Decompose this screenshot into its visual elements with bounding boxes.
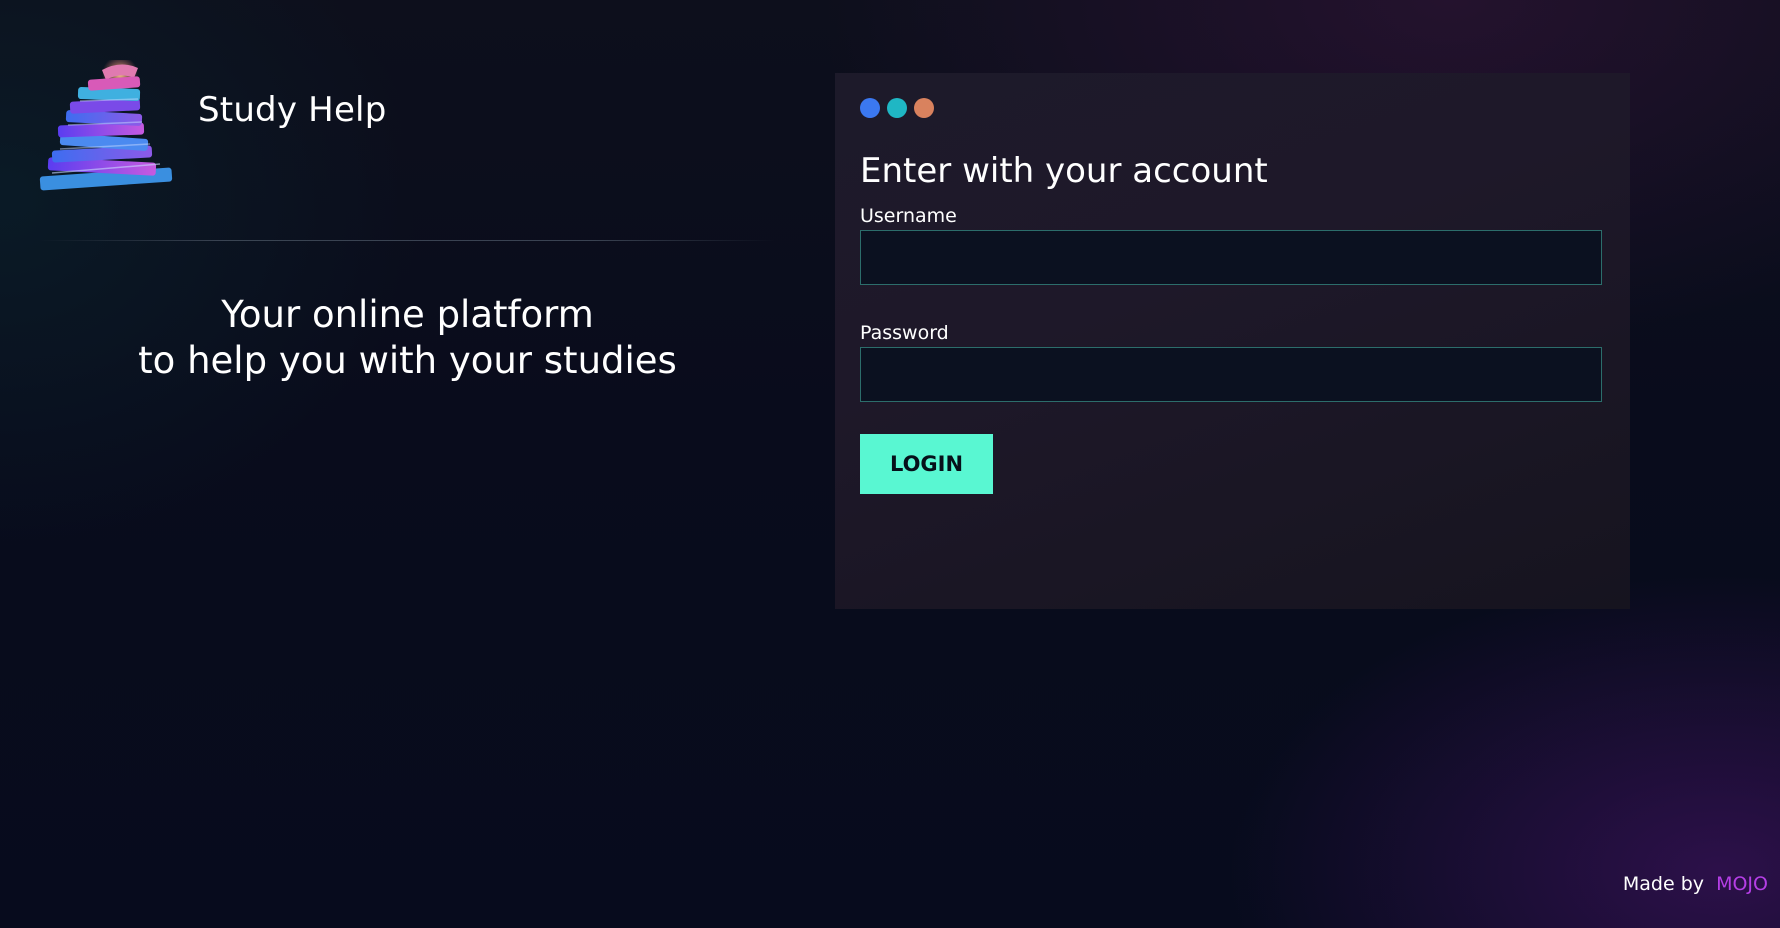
username-input[interactable] — [860, 230, 1602, 285]
login-button[interactable]: LOGIN — [860, 434, 993, 494]
stacked-books-icon — [39, 60, 173, 191]
tagline-line-2: to help you with your studies — [138, 339, 677, 382]
orange-dot — [914, 98, 934, 118]
blue-dot — [860, 98, 880, 118]
footer-credit: Made by MOJO — [1623, 873, 1768, 895]
brand-name: Study Help — [198, 90, 387, 130]
divider — [40, 240, 775, 241]
tagline: Your online platform to help you with yo… — [40, 292, 775, 384]
footer-prefix: Made by — [1622, 873, 1705, 895]
tagline-line-1: Your online platform — [221, 293, 594, 336]
footer-maker-link[interactable]: MOJO — [1716, 873, 1768, 895]
password-input[interactable] — [860, 347, 1602, 402]
teal-dot — [887, 98, 907, 118]
login-card: Enter with your account Username Passwor… — [835, 73, 1630, 609]
window-dots — [860, 98, 934, 118]
password-label: Password — [860, 322, 949, 344]
username-label: Username — [860, 205, 957, 227]
login-title: Enter with your account — [860, 151, 1268, 191]
